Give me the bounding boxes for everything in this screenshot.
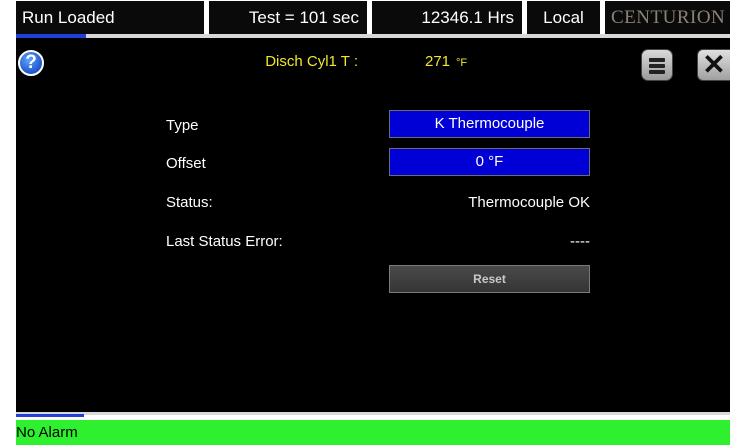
sensor-reading: 271 °F [425, 53, 467, 70]
sensor-value: 271 [425, 53, 451, 70]
close-icon: ✕ [702, 49, 726, 80]
reset-button[interactable]: Reset [389, 265, 590, 293]
run-state: Run Loaded [16, 1, 204, 34]
help-icon[interactable]: ? [18, 50, 44, 76]
sensor-config-panel [16, 38, 730, 414]
last-status-error-value: ---- [570, 233, 590, 250]
alarm-status-bar[interactable]: No Alarm [16, 420, 730, 445]
mode-indicator[interactable]: Local [527, 1, 600, 34]
sensor-name: Disch Cyl1 T : [265, 53, 358, 70]
brand-logo: CENTURION [605, 1, 730, 34]
status-label: Status: [166, 194, 213, 211]
panel-accent [16, 414, 84, 417]
type-label: Type [166, 117, 199, 134]
last-status-error-label: Last Status Error: [166, 233, 283, 250]
status-value: Thermocouple OK [468, 194, 590, 211]
offset-input[interactable]: 0 °F [389, 148, 590, 176]
close-button[interactable]: ✕ [697, 49, 730, 81]
offset-label: Offset [166, 155, 206, 172]
panel-divider [16, 412, 730, 415]
type-select[interactable]: K Thermocouple [389, 110, 590, 138]
sensor-unit: °F [456, 57, 468, 69]
alarm-text: No Alarm [16, 424, 78, 441]
test-time: Test = 101 sec [209, 1, 367, 34]
hours-counter: 12346.1 Hrs [372, 1, 522, 34]
menu-button[interactable] [641, 49, 673, 81]
top-status-bar: Run Loaded Test = 101 sec 12346.1 Hrs Lo… [0, 0, 730, 38]
